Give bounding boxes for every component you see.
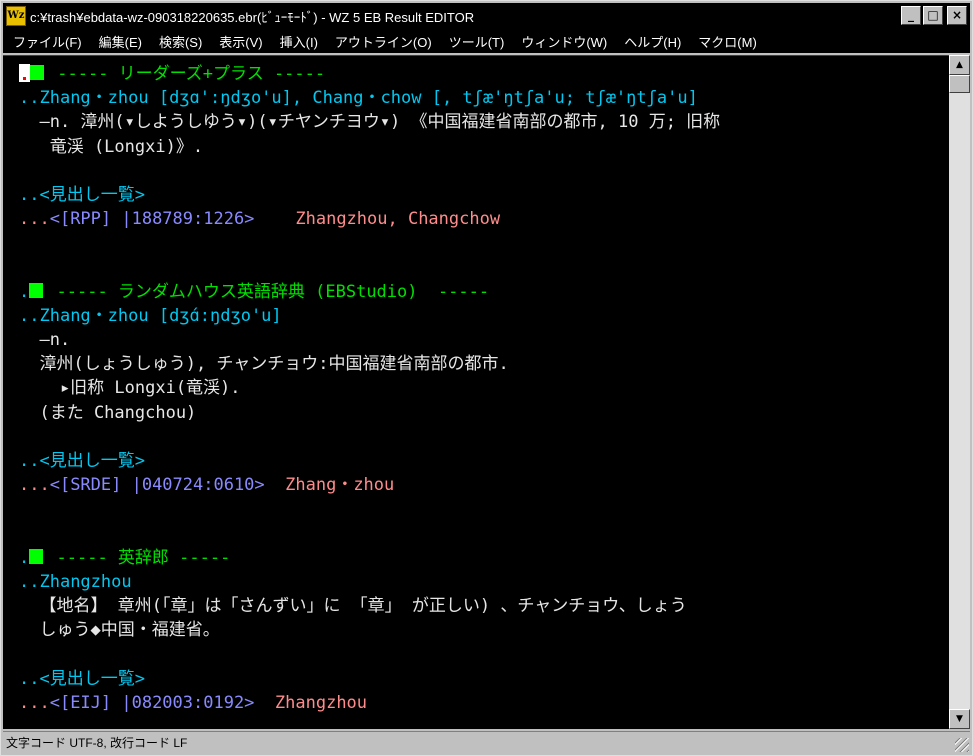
headword: Zhang・zhou [dʒɑ':ŋdʒo'u], Chang・chow [, … (39, 88, 698, 109)
editor-line: ..Zhangzhou (19, 570, 720, 594)
scroll-down-arrow-icon[interactable]: ▼ (949, 709, 970, 729)
index-heading: <見出し一覧> (39, 451, 145, 471)
editor-line: ----- リーダーズ+プラス ----- (19, 62, 720, 86)
section-title: ----- ランダムハウス英語辞典 (EBStudio) ----- (56, 281, 490, 302)
line-dots: .. (19, 88, 40, 109)
editor-line: 漳州(しょうしゅう), チャンチョウ:中国福建省南部の都市. (19, 354, 509, 375)
editor-line-blank (19, 231, 720, 255)
menu-view[interactable]: 表示(V) (219, 32, 262, 51)
window-controls: _ □ × (901, 6, 967, 25)
editor-line-blank (19, 159, 720, 183)
title-bar[interactable]: Wz c:¥trash¥ebdata-wz-090318220635.ebr(ﾋ… (3, 3, 970, 29)
window-title: c:¥trash¥ebdata-wz-090318220635.ebr(ﾋﾞｭｰ… (30, 9, 475, 25)
entry-reference-link[interactable]: <[EIJ] |082003:0192> (50, 693, 255, 713)
editor-line: . ----- ランダムハウス英語辞典 (EBStudio) ----- (19, 280, 720, 304)
editor-line-blank (19, 256, 720, 280)
wz-app-icon[interactable]: Wz (6, 6, 26, 26)
menu-macro[interactable]: マクロ(M) (698, 32, 757, 51)
text-editor[interactable]: ----- リーダーズ+プラス ----- ..Zhang・zhou [dʒɑ'… (3, 55, 949, 729)
headword: Zhang・zhou [dʒɑ́:ŋdʒo'u] (39, 305, 282, 326)
section-title: ----- 英辞郎 ----- (56, 547, 231, 568)
editor-line-blank (19, 643, 720, 667)
editor-line: ..Zhang・zhou [dʒɑ':ŋdʒo'u], Chang・chow [… (19, 86, 720, 110)
editor-line: ...<[EIJ] |082003:0192> Zhangzhou (19, 691, 720, 715)
line-dots: .. (19, 184, 40, 205)
index-heading: <見出し一覧> (39, 184, 145, 205)
editor-line-blank (19, 425, 720, 449)
editor-line-blank (19, 522, 720, 546)
editor-line: ..<見出し一覧> (19, 667, 720, 691)
entry-word: Zhangzhou (274, 692, 368, 713)
vertical-scrollbar[interactable]: ▲ ▼ (949, 55, 970, 729)
maximize-button[interactable]: □ (923, 6, 943, 25)
scroll-thumb[interactable] (949, 75, 970, 93)
menu-outline[interactable]: アウトライン(O) (335, 32, 432, 51)
section-marker-icon (29, 282, 44, 298)
line-dots: .. (19, 451, 40, 471)
menu-bar: ファイル(F) 編集(E) 検索(S) 表示(V) 挿入(I) アウトライン(O… (3, 29, 970, 53)
editor-line: ―n. (19, 330, 71, 351)
editor-line: ―n. 漳州(▾しようしゆう▾)(▾チヤンチヨウ▾) 《中国福建省南部の都市, … (19, 112, 721, 133)
resize-grip-icon[interactable] (955, 738, 969, 752)
entry-reference-link[interactable]: <[SRDE] |040724:0610> (50, 475, 265, 495)
headword: Zhangzhou (39, 571, 132, 592)
editor-line: ...<[SRDE] |040724:0610> Zhang・zhou (19, 473, 720, 497)
line-dots: . (19, 281, 30, 302)
section-marker-icon (30, 65, 44, 80)
line-dots: ... (19, 209, 50, 230)
line-dots: . (19, 547, 30, 568)
status-bar: 文字コード UTF-8, 改行コード LF (3, 731, 970, 753)
app-window: Wz c:¥trash¥ebdata-wz-090318220635.ebr(ﾋ… (0, 0, 973, 756)
editor-line: 【地名】 章州(「章」は「さんずい」に 「章」 が正しい) 、チャンチョウ、しょ… (19, 596, 687, 617)
editor-line: (また Changchou) (19, 402, 197, 423)
section-marker-icon (29, 548, 44, 564)
editor-line: ..<見出し一覧> (19, 449, 720, 473)
line-dots: ... (19, 475, 50, 496)
line-dots: .. (19, 668, 40, 689)
line-dots: .. (19, 305, 40, 326)
scroll-up-arrow-icon[interactable]: ▲ (949, 55, 970, 75)
editor-line: ..Zhang・zhou [dʒɑ́:ŋdʒo'u] (19, 304, 720, 328)
editor-line: 竜渓 (Longxi)》. (19, 136, 204, 157)
menu-window[interactable]: ウィンドウ(W) (521, 32, 607, 51)
entry-reference-link[interactable]: <[RPP] |188789:1226> (50, 209, 255, 229)
editor-lines: ----- リーダーズ+プラス ----- ..Zhang・zhou [dʒɑ'… (19, 62, 720, 715)
editor-line-blank (19, 497, 720, 521)
line-dots: ... (19, 692, 50, 713)
minimize-button[interactable]: _ (901, 6, 921, 25)
menu-edit[interactable]: 編集(E) (99, 32, 142, 51)
close-button[interactable]: × (947, 6, 967, 25)
editor-line: ...<[RPP] |188789:1226> Zhangzhou, Chang… (19, 207, 720, 231)
menu-help[interactable]: ヘルプ(H) (624, 32, 681, 51)
menu-tools[interactable]: ツール(T) (449, 32, 505, 51)
text-cursor (19, 64, 30, 82)
editor-line: しゅう◆中国・福建省。 (19, 620, 220, 641)
section-title: ----- リーダーズ+プラス ----- (57, 64, 326, 84)
editor-line: . ----- 英辞郎 ----- (19, 546, 720, 570)
entry-word: Zhang・zhou (285, 475, 395, 496)
editor-line: ▸旧称 Longxi(竜渓). (19, 378, 241, 399)
entry-word: Zhangzhou, Changchow (295, 209, 501, 230)
line-dots: .. (19, 571, 40, 592)
status-text: 文字コード UTF-8, 改行コード LF (6, 736, 188, 750)
editor-line: ..<見出し一覧> (19, 183, 720, 207)
menu-search[interactable]: 検索(S) (159, 32, 202, 51)
menu-insert[interactable]: 挿入(I) (280, 32, 318, 51)
index-heading: <見出し一覧> (39, 668, 145, 689)
menu-file[interactable]: ファイル(F) (13, 32, 82, 51)
